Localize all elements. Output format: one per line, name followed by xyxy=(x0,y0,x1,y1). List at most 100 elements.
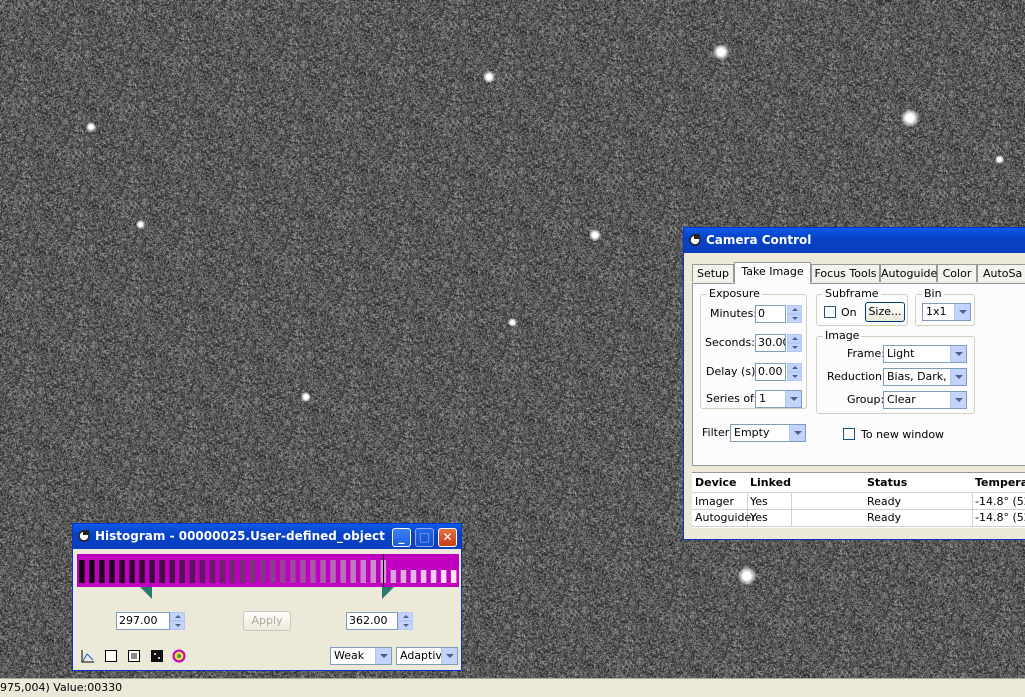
frame-label: Frame: xyxy=(847,347,885,360)
color-wheel-icon[interactable] xyxy=(172,649,186,663)
star xyxy=(589,229,601,241)
series-label: Series of: xyxy=(706,392,758,405)
low-value-spinner[interactable] xyxy=(170,612,185,630)
minutes-label: Minutes: xyxy=(710,307,758,320)
camera-control-titlebar[interactable]: Camera Control xyxy=(684,228,1025,253)
star xyxy=(483,71,495,83)
device-status-table: Device Linked Status Tempera Imager Yes … xyxy=(692,472,1025,528)
histogram-gradient-strip xyxy=(79,554,457,587)
delay-input[interactable]: 0.00 xyxy=(755,363,786,381)
bin-group: Bin 1x1 xyxy=(915,287,975,326)
high-level-marker[interactable] xyxy=(382,587,394,599)
tab-autosave[interactable]: AutoSa xyxy=(977,264,1025,282)
header-status: Status xyxy=(867,476,908,489)
close-button[interactable]: ✕ xyxy=(438,528,457,547)
star xyxy=(301,392,311,402)
chevron-down-icon xyxy=(441,648,457,664)
chevron-down-icon xyxy=(789,425,805,441)
row-linked: Yes xyxy=(750,495,768,508)
new-window-checkbox[interactable] xyxy=(843,428,855,440)
row-status: Ready xyxy=(867,495,902,508)
stretch-value: Weak xyxy=(334,649,365,662)
camera-gear-icon xyxy=(78,530,90,542)
maximize-icon: □ xyxy=(418,530,431,544)
histogram-display[interactable] xyxy=(77,554,459,587)
status-bar: 975,004) Value:00330 xyxy=(0,678,1025,697)
subframe-group: Subframe On Size... xyxy=(816,287,908,326)
minimize-icon: _ xyxy=(398,530,405,544)
gray-square-icon[interactable] xyxy=(127,649,141,663)
chevron-down-icon xyxy=(950,369,966,385)
header-temperature: Tempera xyxy=(975,476,1025,489)
chevron-down-icon xyxy=(950,346,966,362)
star xyxy=(901,109,919,127)
tab-autoguide[interactable]: Autoguide xyxy=(880,264,937,282)
reduction-value: Bias, Dark, F xyxy=(887,370,957,383)
header-device: Device xyxy=(695,476,737,489)
star xyxy=(995,155,1004,164)
star xyxy=(136,220,145,229)
minimize-button[interactable]: _ xyxy=(392,528,411,547)
minutes-spinner[interactable] xyxy=(787,305,802,323)
tab-strip: Setup Take Image Focus Tools Autoguide C… xyxy=(692,262,1025,284)
apply-button[interactable]: Apply xyxy=(243,611,291,631)
series-select[interactable]: 1 xyxy=(755,390,802,408)
histogram-curve-icon[interactable] xyxy=(81,649,95,663)
frame-value: Light xyxy=(887,347,915,360)
filter-label: Filter: xyxy=(702,426,733,439)
star xyxy=(508,318,517,327)
group-value: Clear xyxy=(887,393,916,406)
frame-select[interactable]: Light xyxy=(883,345,967,363)
filter-select[interactable]: Empty xyxy=(730,424,806,442)
maximize-button[interactable]: □ xyxy=(415,528,434,547)
histogram-window[interactable]: Histogram - 00000025.User-defined_object… xyxy=(72,523,462,671)
stretch-mode-select[interactable]: Adaptive xyxy=(396,647,458,665)
subframe-group-label: Subframe xyxy=(823,287,881,300)
group-select[interactable]: Clear xyxy=(883,391,967,409)
group-label: Group: xyxy=(847,393,885,406)
star xyxy=(738,567,756,585)
header-linked: Linked xyxy=(750,476,791,489)
camera-control-window[interactable]: Camera Control Setup Take Image Focus To… xyxy=(683,227,1025,540)
delay-spinner[interactable] xyxy=(787,363,802,381)
minutes-input[interactable]: 0 xyxy=(755,305,786,323)
histogram-titlebar[interactable]: Histogram - 00000025.User-defined_object… xyxy=(73,524,461,549)
take-image-panel: Exposure Minutes: 0 Seconds: 30.00 Delay… xyxy=(692,283,1025,466)
bin-group-label: Bin xyxy=(922,287,944,300)
seconds-input[interactable]: 30.00 xyxy=(755,334,786,352)
tab-focus-tools[interactable]: Focus Tools xyxy=(811,264,880,282)
stretch-strength-select[interactable]: Weak xyxy=(330,647,392,665)
dark-image-icon[interactable] xyxy=(150,649,164,663)
bin-value: 1x1 xyxy=(926,305,947,318)
chevron-down-icon xyxy=(375,648,391,664)
new-window-label: To new window xyxy=(861,428,945,441)
exposure-group: Exposure Minutes: 0 Seconds: 30.00 Delay… xyxy=(700,287,807,409)
size-button[interactable]: Size... xyxy=(865,302,905,322)
seconds-spinner[interactable] xyxy=(787,334,802,352)
seconds-label: Seconds: xyxy=(705,336,755,349)
row-status: Ready xyxy=(867,511,902,524)
tab-color[interactable]: Color xyxy=(937,264,977,282)
high-value-input[interactable]: 362.00 xyxy=(346,612,398,630)
white-square-icon[interactable] xyxy=(104,649,118,663)
camera-gear-icon xyxy=(689,234,701,246)
subframe-on-label: On xyxy=(841,306,857,319)
reduction-select[interactable]: Bias, Dark, F xyxy=(883,368,967,386)
close-icon: ✕ xyxy=(442,530,453,544)
bin-select[interactable]: 1x1 xyxy=(922,303,971,321)
image-group: Image Frame: Light Reduction: Bias, Dark… xyxy=(816,329,975,414)
low-value-input[interactable]: 297.00 xyxy=(116,612,170,630)
low-level-marker[interactable] xyxy=(140,587,152,599)
row-device: Imager xyxy=(695,495,734,508)
star xyxy=(86,122,96,132)
window-title: Histogram - 00000025.User-defined_object… xyxy=(95,529,385,543)
tab-take-image[interactable]: Take Image xyxy=(734,262,811,284)
chevron-down-icon xyxy=(950,392,966,408)
star xyxy=(713,44,729,60)
subframe-on-checkbox[interactable] xyxy=(824,306,836,318)
high-value-spinner[interactable] xyxy=(398,612,413,630)
chevron-down-icon xyxy=(954,304,970,320)
tab-setup[interactable]: Setup xyxy=(692,264,734,282)
row-device: Autoguider xyxy=(695,511,756,524)
reduction-label: Reduction: xyxy=(827,370,886,383)
